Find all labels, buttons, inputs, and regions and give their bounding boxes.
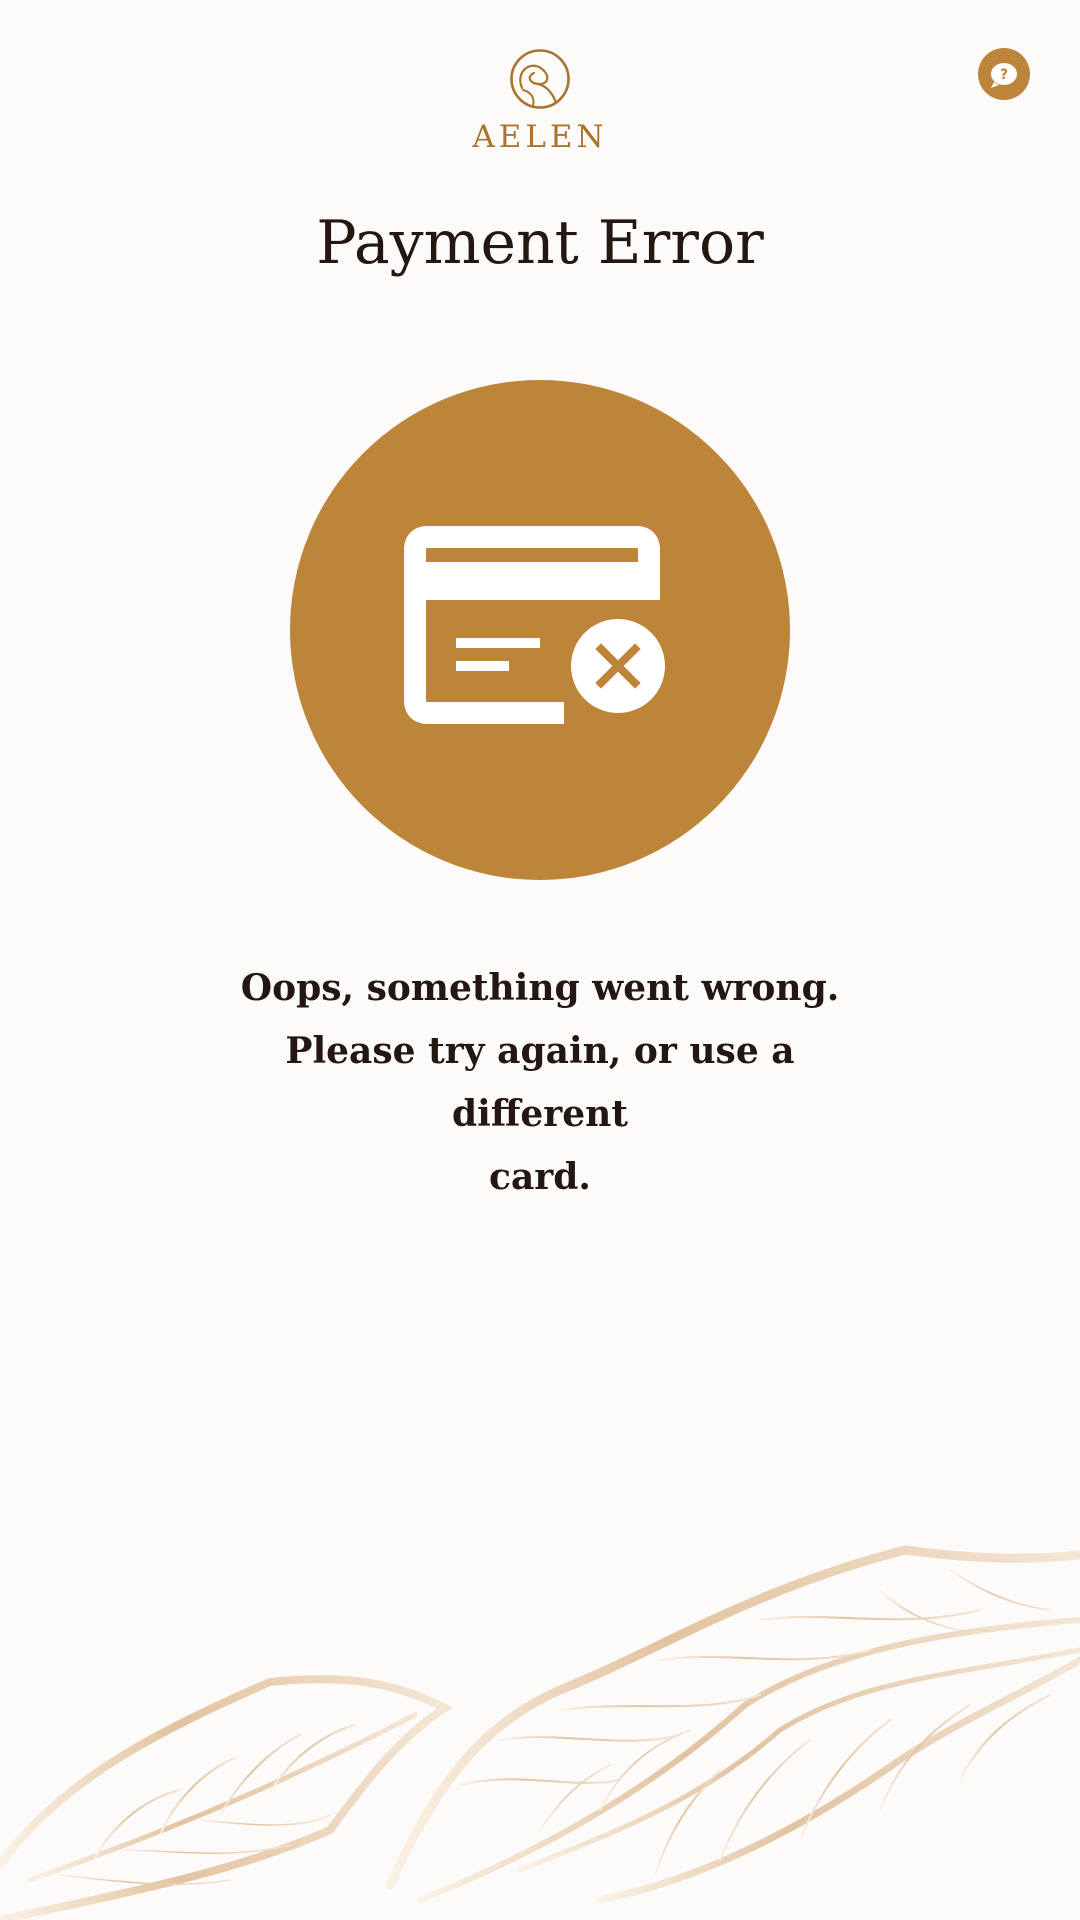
- aelen-monogram-icon: [510, 49, 570, 109]
- brand-logo: AELEN: [0, 48, 1080, 156]
- error-message-line: Oops, something went wrong.: [240, 967, 840, 1009]
- page-title: Payment Error: [316, 208, 764, 278]
- help-symbol: ?: [1000, 67, 1008, 83]
- error-message-line: card.: [489, 1156, 591, 1198]
- leaf-pattern-decoration: [0, 1545, 1080, 1920]
- error-message-line: Please try again, or use a different: [285, 1030, 795, 1135]
- help-button[interactable]: ?: [978, 48, 1030, 100]
- error-status-badge: [290, 380, 790, 880]
- error-message: Oops, something went wrong. Please try a…: [240, 957, 840, 1209]
- brand-name: AELEN: [472, 119, 608, 155]
- card-declined-icon: [404, 526, 665, 724]
- help-chat-icon: ?: [991, 63, 1017, 88]
